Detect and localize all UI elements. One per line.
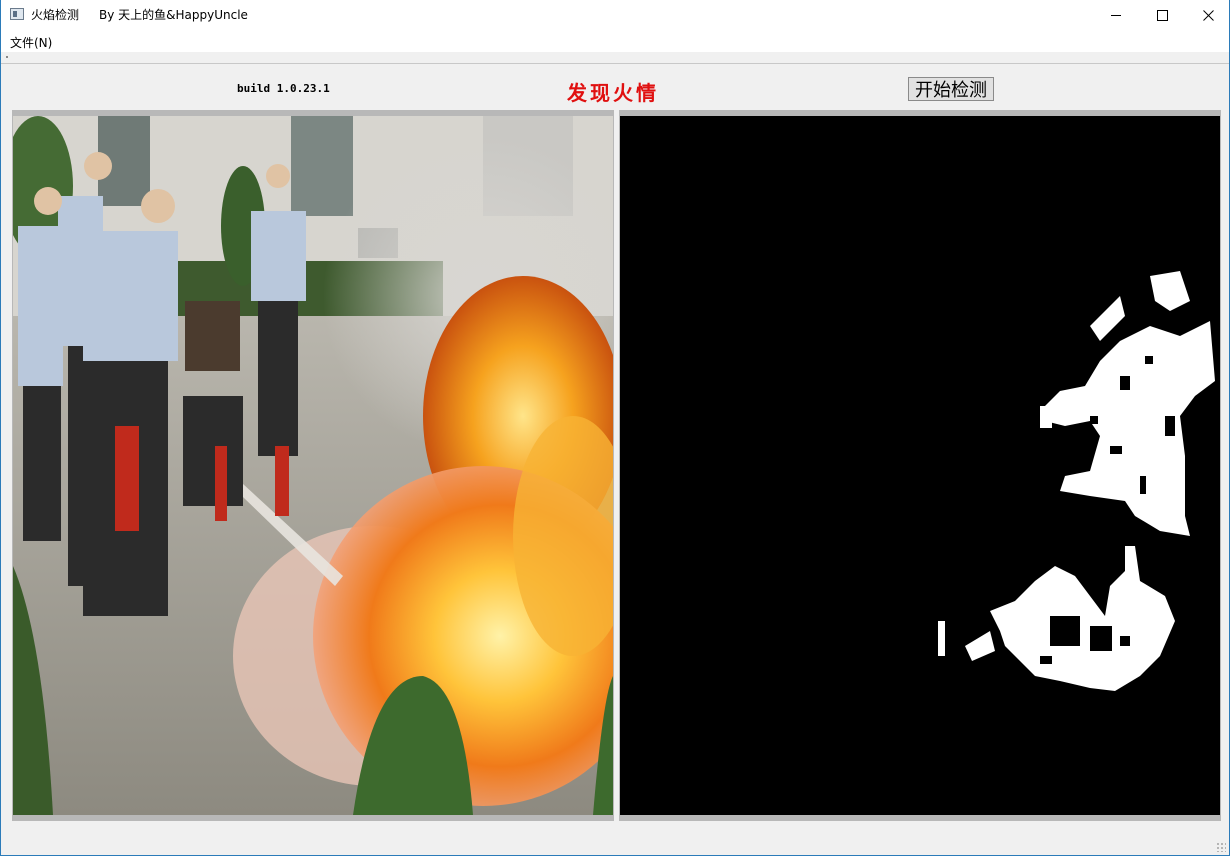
window-title: 火焰检测 (31, 8, 80, 22)
title-bar[interactable]: 火焰检测 By 天上的鱼&HappyUncle (1, 0, 1229, 30)
source-image (13, 116, 613, 815)
resize-grip[interactable] (1216, 842, 1226, 852)
fire-alert-label: 发现火情 (567, 81, 659, 105)
mask-image (620, 116, 1220, 815)
source-image-panel (12, 110, 614, 821)
toolbar-separator (1, 52, 1229, 64)
close-button[interactable] (1185, 0, 1230, 30)
app-icon (10, 8, 24, 20)
mask-image-panel (619, 110, 1221, 821)
app-window: 火焰检测 By 天上的鱼&HappyUncle 文件(N) build 1.0.… (0, 0, 1230, 856)
minimize-button[interactable] (1093, 0, 1139, 30)
close-icon (1202, 9, 1214, 21)
build-version-label: build 1.0.23.1 (237, 82, 330, 95)
start-detection-button[interactable]: 开始检测 (908, 77, 994, 101)
maximize-icon (1156, 9, 1168, 21)
menu-bar: 文件(N) (1, 30, 1229, 52)
minimize-icon (1111, 14, 1121, 16)
menu-file[interactable]: 文件(N) (10, 34, 52, 51)
maximize-button[interactable] (1139, 0, 1185, 30)
window-author: By 天上的鱼&HappyUncle (99, 8, 248, 22)
toolbar-handle[interactable] (6, 56, 8, 58)
